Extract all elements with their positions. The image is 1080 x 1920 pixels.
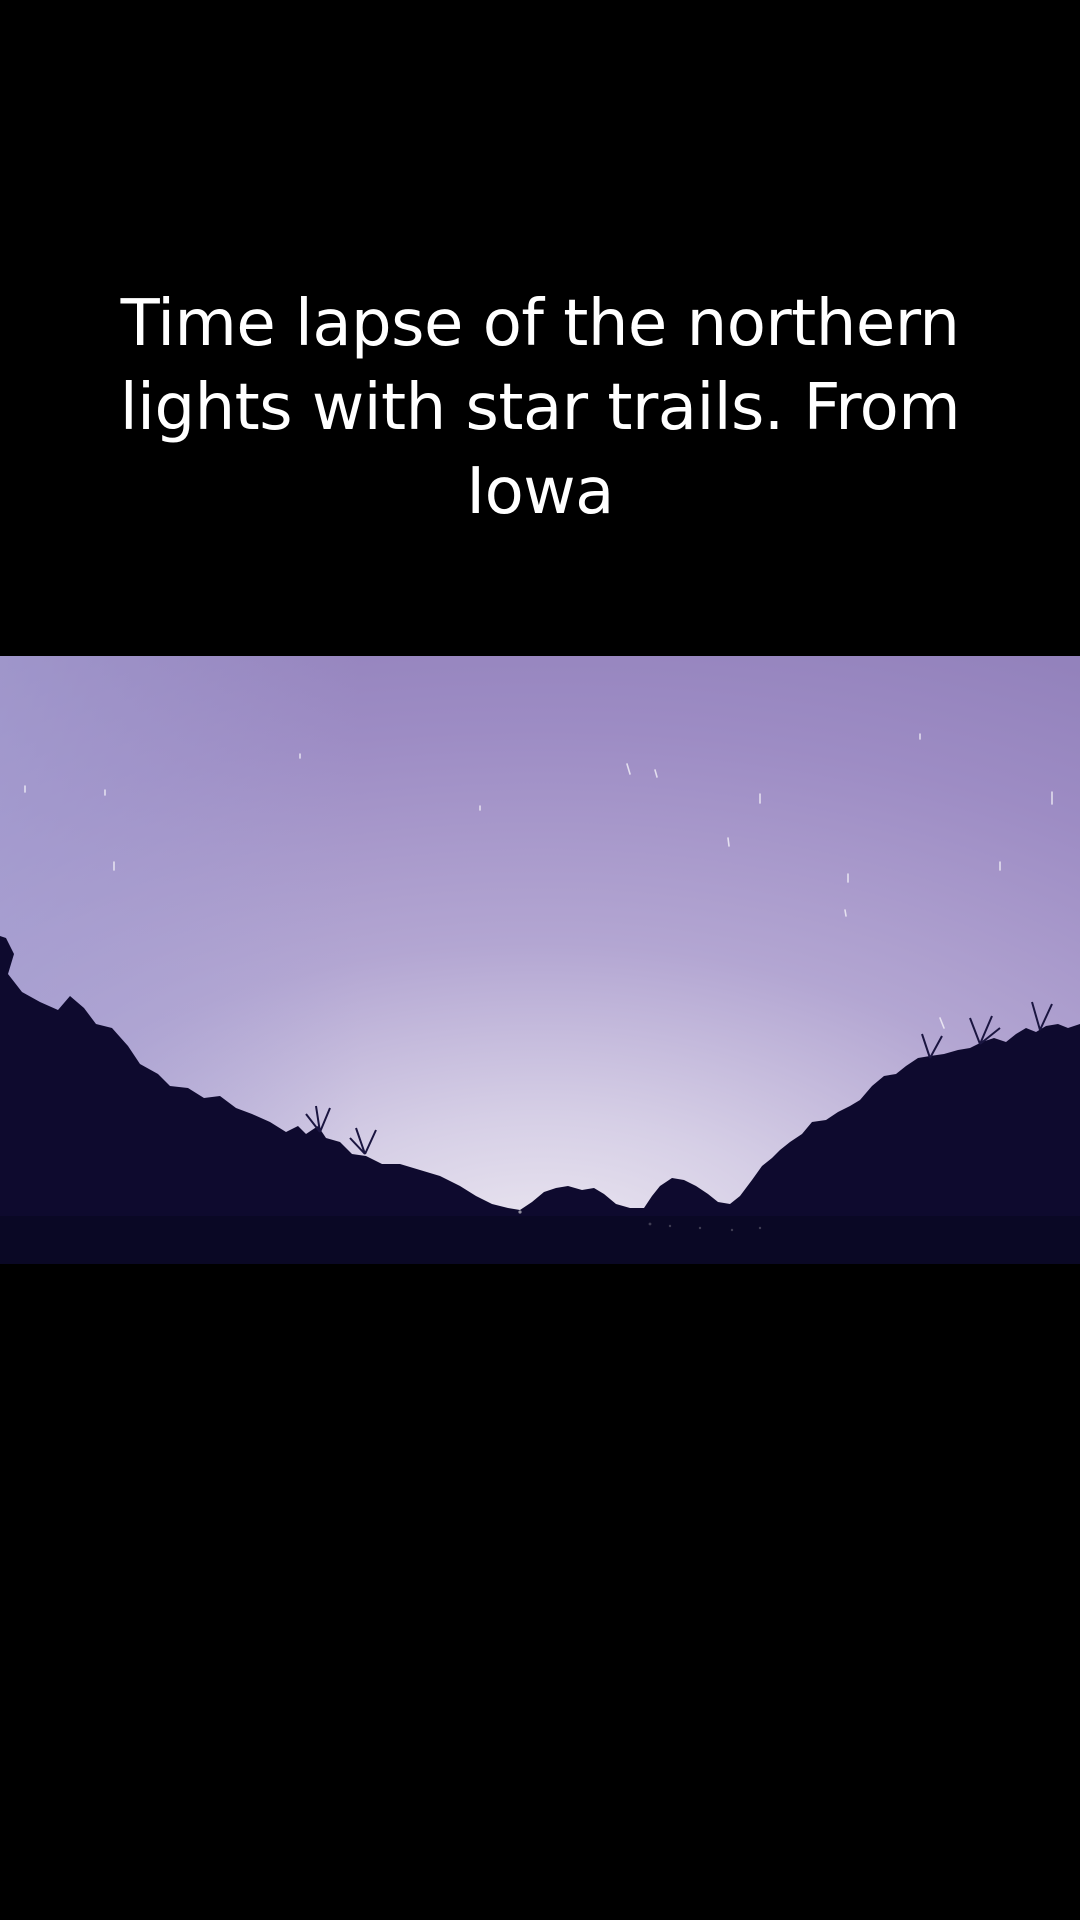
foreground-shadow: [0, 1216, 1080, 1264]
timelapse-frame-image: [0, 656, 1080, 1264]
video-caption: Time lapse of the northern lights with s…: [60, 282, 1020, 534]
caption-line-1: Time lapse of the northern: [120, 287, 960, 361]
caption-line-3: Iowa: [466, 455, 614, 529]
video-player[interactable]: [0, 656, 1080, 1264]
caption-line-2: lights with star trails. From: [119, 371, 961, 445]
